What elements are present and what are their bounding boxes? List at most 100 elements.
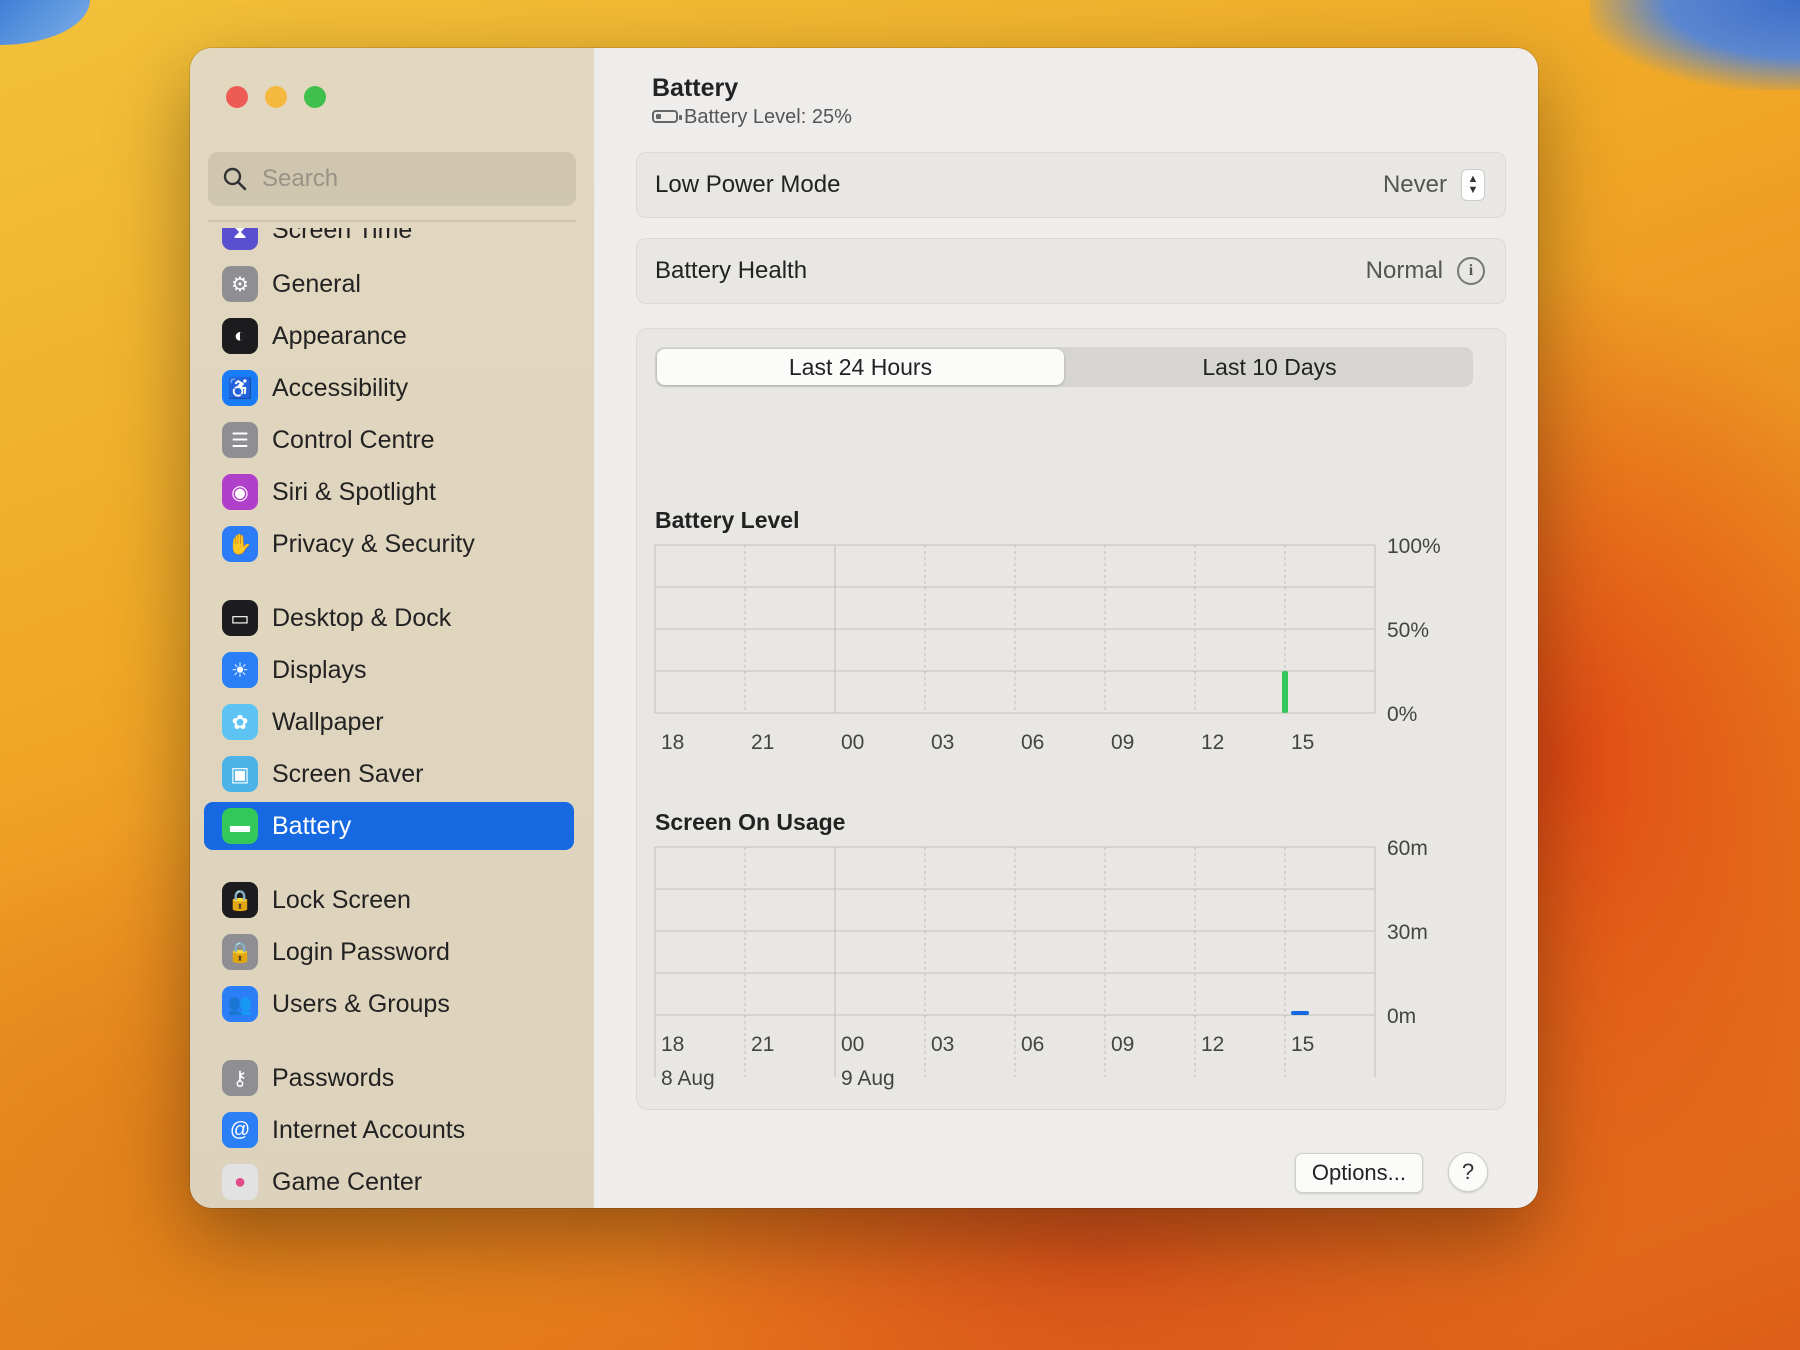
hourglass-icon: ⧗ <box>222 228 258 250</box>
x-tick-label: 09 <box>1111 1033 1134 1056</box>
x-tick-label: 06 <box>1021 1033 1044 1056</box>
sidebar-item-label: Screen Saver <box>272 759 424 788</box>
sidebar-item-game-center[interactable]: ● Game Center <box>204 1158 574 1206</box>
siri-icon: ◉ <box>222 474 258 510</box>
x-tick-label: 00 <box>841 731 864 754</box>
y-tick-label: 50% <box>1387 619 1429 642</box>
data-bar <box>1282 671 1288 713</box>
close-button[interactable] <box>226 86 248 108</box>
help-button[interactable]: ? <box>1448 1152 1488 1192</box>
sidebar-item-general[interactable]: ⚙ General <box>204 260 574 308</box>
sidebar-item-internet-accounts[interactable]: @ Internet Accounts <box>204 1106 574 1154</box>
search-field[interactable] <box>208 152 576 206</box>
x-tick-label: 15 <box>1291 1033 1314 1056</box>
y-tick-label: 0% <box>1387 703 1417 726</box>
info-icon[interactable]: i <box>1457 257 1485 285</box>
sidebar-item-label: Privacy & Security <box>272 529 475 558</box>
battery-icon: ▬ <box>222 808 258 844</box>
sidebar-item-login-password[interactable]: 🔒 Login Password <box>204 928 574 976</box>
options-button[interactable]: Options... <box>1294 1153 1423 1193</box>
x-tick-label: 06 <box>1021 731 1044 754</box>
sidebar-item-appearance[interactable]: ◐ Appearance <box>204 312 574 360</box>
sidebar-item-label: Siri & Spotlight <box>272 477 436 506</box>
lock-icon: 🔒 <box>222 934 258 970</box>
window-controls <box>226 86 326 108</box>
battery-level-chart: 100% 50% 0% 18 21 00 03 06 09 12 15 <box>654 537 1441 754</box>
search-input[interactable] <box>260 164 564 194</box>
sidebar-item-label: Accessibility <box>272 373 409 402</box>
dock-icon: ▭ <box>222 600 258 636</box>
data-bar <box>1291 1011 1309 1015</box>
game-center-icon: ● <box>222 1164 258 1200</box>
y-tick-label: 0m <box>1387 1005 1416 1028</box>
sidebar-item-label: Desktop & Dock <box>272 603 452 632</box>
key-icon: ⚷ <box>222 1060 258 1096</box>
lock-screen-icon: 🔒 <box>222 882 258 918</box>
sidebar-item-displays[interactable]: ☀ Displays <box>204 646 574 694</box>
low-power-mode-select[interactable]: Never ▲ ▼ <box>1383 169 1485 201</box>
low-power-mode-row: Low Power Mode Never ▲ ▼ <box>636 152 1506 218</box>
x-tick-label: 00 <box>841 1033 864 1056</box>
search-icon <box>223 167 247 191</box>
x-tick-label: 21 <box>751 731 774 754</box>
sidebar-item-privacy-security[interactable]: ✋ Privacy & Security <box>204 520 574 568</box>
sidebar-item-screen-saver[interactable]: ▣ Screen Saver <box>204 750 574 798</box>
sidebar-item-label: Screen Time <box>272 228 413 244</box>
sidebar-item-battery[interactable]: ▬ Battery <box>204 802 574 850</box>
battery-health-label: Battery Health <box>655 257 808 284</box>
sidebar-item-label: Login Password <box>272 937 450 966</box>
sidebar-item-users-groups[interactable]: 👥 Users & Groups <box>204 980 574 1028</box>
sidebar-item-label: Users & Groups <box>272 989 450 1018</box>
sidebar-item-label: General <box>272 269 361 298</box>
zoom-button[interactable] <box>304 86 326 108</box>
chevron-updown-icon: ▲ ▼ <box>1461 169 1485 201</box>
x-tick-label: 21 <box>751 1033 774 1056</box>
sidebar-item-passwords[interactable]: ⚷ Passwords <box>204 1054 574 1102</box>
battery-pane: Battery Battery Level: 25% Low Power Mod… <box>594 48 1538 1208</box>
sidebar-item-label: Lock Screen <box>272 885 411 914</box>
low-power-mode-value: Never <box>1382 171 1447 198</box>
sidebar-item-label: Game Center <box>272 1167 423 1196</box>
control-centre-icon: ☰ <box>222 422 258 458</box>
sidebar-item-label: Passwords <box>272 1063 395 1092</box>
battery-level-chart-title: Battery Level <box>655 507 800 533</box>
sidebar-item-wallpaper[interactable]: ✿ Wallpaper <box>204 698 574 746</box>
wallpaper-corner-right <box>1590 0 1800 90</box>
sidebar-divider <box>208 220 576 222</box>
hand-icon: ✋ <box>222 526 258 562</box>
sidebar-item-screen-time[interactable]: ⧗ Screen Time <box>204 228 574 258</box>
gear-icon: ⚙ <box>222 266 258 302</box>
battery-level-text: Battery Level: 25% <box>684 106 852 128</box>
sidebar-item-control-centre[interactable]: ☰ Control Centre <box>204 416 574 464</box>
y-tick-label: 100% <box>1387 537 1441 558</box>
sidebar-item-lock-screen[interactable]: 🔒 Lock Screen <box>204 876 574 924</box>
wallpaper-corner <box>0 0 90 45</box>
tab-last-10-days[interactable]: Last 10 Days <box>1066 347 1473 387</box>
sidebar-item-label: Displays <box>272 655 367 684</box>
sidebar-item-label: Control Centre <box>272 425 435 454</box>
screen-on-usage-chart: 60m 30m 0m 18 21 00 03 06 09 12 15 8 Aug 9 Aug <box>654 839 1428 1090</box>
x-tick-label: 09 <box>1111 731 1134 754</box>
minimize-button[interactable] <box>265 86 287 108</box>
date-label: 8 Aug <box>661 1067 715 1090</box>
x-tick-label: 18 <box>661 1033 684 1056</box>
appearance-icon: ◐ <box>222 318 258 354</box>
x-tick-label: 03 <box>931 1033 954 1056</box>
sidebar-item-label: Wallpaper <box>272 707 384 736</box>
sidebar-item-label: Appearance <box>272 321 407 350</box>
date-label: 9 Aug <box>841 1067 895 1090</box>
x-tick-label: 12 <box>1201 731 1224 754</box>
sun-icon: ☀ <box>222 652 258 688</box>
x-tick-label: 15 <box>1291 731 1314 754</box>
sidebar-item-siri-spotlight[interactable]: ◉ Siri & Spotlight <box>204 468 574 516</box>
y-tick-label: 60m <box>1387 839 1428 860</box>
usage-chart-card: Last 24 Hours Last 10 Days Battery Level… <box>636 328 1506 1110</box>
sidebar-item-accessibility[interactable]: ♿ Accessibility <box>204 364 574 412</box>
x-tick-label: 03 <box>931 731 954 754</box>
battery-level-icon <box>652 110 682 123</box>
sidebar-item-desktop-dock[interactable]: ▭ Desktop & Dock <box>204 594 574 642</box>
time-range-segmented-control: Last 24 Hours Last 10 Days <box>655 347 1473 387</box>
sidebar-item-label: Battery <box>272 811 352 840</box>
tab-last-24-hours[interactable]: Last 24 Hours <box>657 349 1064 385</box>
battery-health-value: Normal <box>1365 257 1443 284</box>
